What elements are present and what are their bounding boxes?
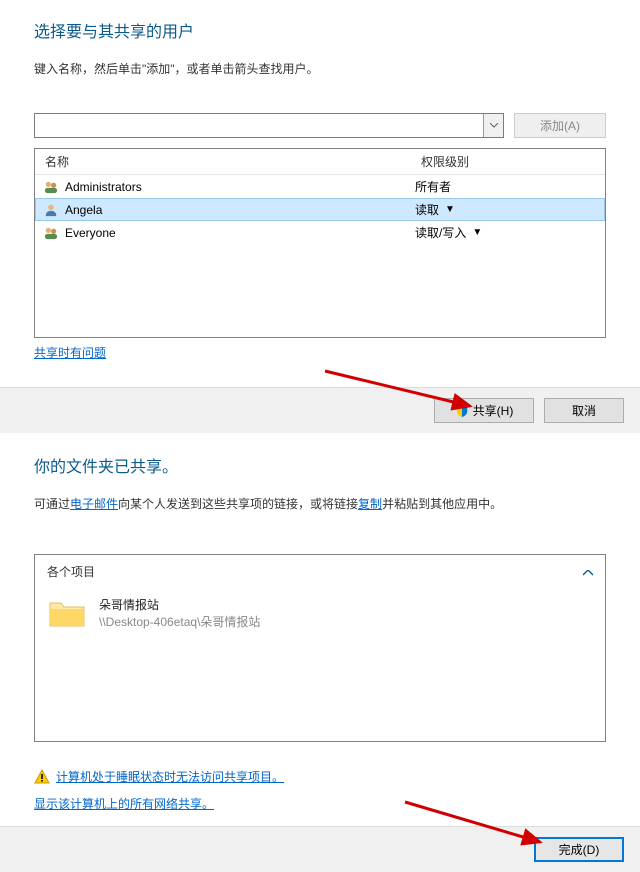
- show-all-shares-link[interactable]: 显示该计算机上的所有网络共享。: [34, 795, 214, 812]
- add-button: 添加(A): [514, 113, 606, 138]
- chevron-down-icon[interactable]: [483, 114, 503, 137]
- col-name[interactable]: 名称: [35, 149, 415, 174]
- row-permission: 所有者: [415, 178, 605, 195]
- user-icon: [43, 202, 59, 218]
- share-instruction: 键入名称，然后单击"添加"，或者单击箭头查找用户。: [34, 60, 606, 77]
- row-permission[interactable]: 读取/写入 ▼: [415, 224, 605, 241]
- items-header-label: 各个项目: [47, 563, 95, 580]
- group-icon: [43, 179, 59, 195]
- user-input[interactable]: [35, 114, 483, 137]
- email-link[interactable]: 电子邮件: [70, 497, 118, 511]
- item-path: \\Desktop-406etaq\朵哥情报站: [99, 613, 260, 630]
- shield-icon: [455, 404, 469, 418]
- chevron-down-icon: ▼: [445, 204, 455, 215]
- row-permission[interactable]: 读取 ▼: [415, 201, 605, 218]
- dialog-button-bar-2: 完成(D): [0, 826, 640, 872]
- item-title: 朵哥情报站: [99, 596, 260, 613]
- share-select-title: 选择要与其共享的用户: [34, 18, 606, 42]
- table-row[interactable]: Administrators 所有者: [35, 175, 605, 198]
- group-icon: [43, 225, 59, 241]
- table-header: 名称 权限级别: [35, 149, 605, 175]
- sleep-warning-link[interactable]: 计算机处于睡眠状态时无法访问共享项目。: [56, 768, 284, 785]
- table-row[interactable]: Angela 读取 ▼: [35, 198, 605, 221]
- shared-confirm-text: 可通过电子邮件向某个人发送到这些共享项的链接，或将链接复制并粘贴到其他应用中。: [34, 495, 606, 512]
- share-button[interactable]: 共享(H): [434, 398, 534, 423]
- row-name: Everyone: [65, 226, 415, 240]
- row-name: Angela: [65, 203, 415, 217]
- row-name: Administrators: [65, 180, 415, 194]
- folder-icon: [47, 596, 87, 630]
- items-box: 各个项目 朵哥情报站 \\Desktop-406etaq\朵哥情报站: [34, 554, 606, 742]
- table-row[interactable]: Everyone 读取/写入 ▼: [35, 221, 605, 244]
- dialog-button-bar: 共享(H) 取消: [0, 387, 640, 433]
- col-permission[interactable]: 权限级别: [415, 149, 605, 174]
- user-combo[interactable]: [34, 113, 504, 138]
- warning-icon: [34, 769, 50, 785]
- cancel-button[interactable]: 取消: [544, 398, 624, 423]
- shared-confirm-title: 你的文件夹已共享。: [34, 453, 606, 477]
- done-button[interactable]: 完成(D): [534, 837, 624, 862]
- users-table: 名称 权限级别 Administrators 所有者 Angela 读取 ▼: [34, 148, 606, 338]
- chevron-down-icon: ▼: [472, 227, 482, 238]
- sharing-problem-link[interactable]: 共享时有问题: [34, 344, 106, 361]
- shared-item[interactable]: 朵哥情报站 \\Desktop-406etaq\朵哥情报站: [47, 596, 593, 630]
- collapse-caret-icon[interactable]: [583, 565, 593, 579]
- copy-link[interactable]: 复制: [358, 497, 382, 511]
